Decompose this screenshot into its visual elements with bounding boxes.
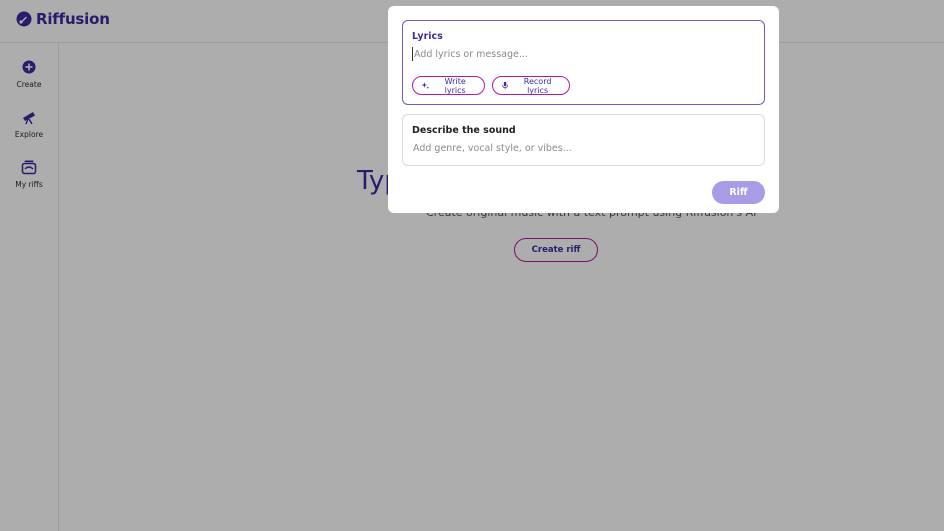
sound-description-input[interactable] — [412, 141, 742, 155]
lyrics-input[interactable] — [412, 47, 742, 61]
sparkle-icon — [421, 82, 430, 90]
write-lyrics-button[interactable]: Write lyrics — [412, 76, 485, 95]
record-lyrics-label: Record lyrics — [523, 76, 552, 95]
create-riff-modal: Lyrics Write lyrics Record lyrics Descri… — [388, 6, 779, 213]
microphone-icon — [502, 81, 508, 90]
lyrics-section: Lyrics Write lyrics Record lyrics — [402, 20, 765, 105]
write-lyrics-label: Write lyrics — [444, 76, 466, 95]
riff-submit-button[interactable]: Riff — [712, 181, 765, 204]
sound-section: Describe the sound — [402, 114, 765, 166]
sound-label: Describe the sound — [412, 125, 516, 136]
record-lyrics-button[interactable]: Record lyrics — [492, 76, 570, 95]
lyrics-label: Lyrics — [412, 31, 443, 42]
